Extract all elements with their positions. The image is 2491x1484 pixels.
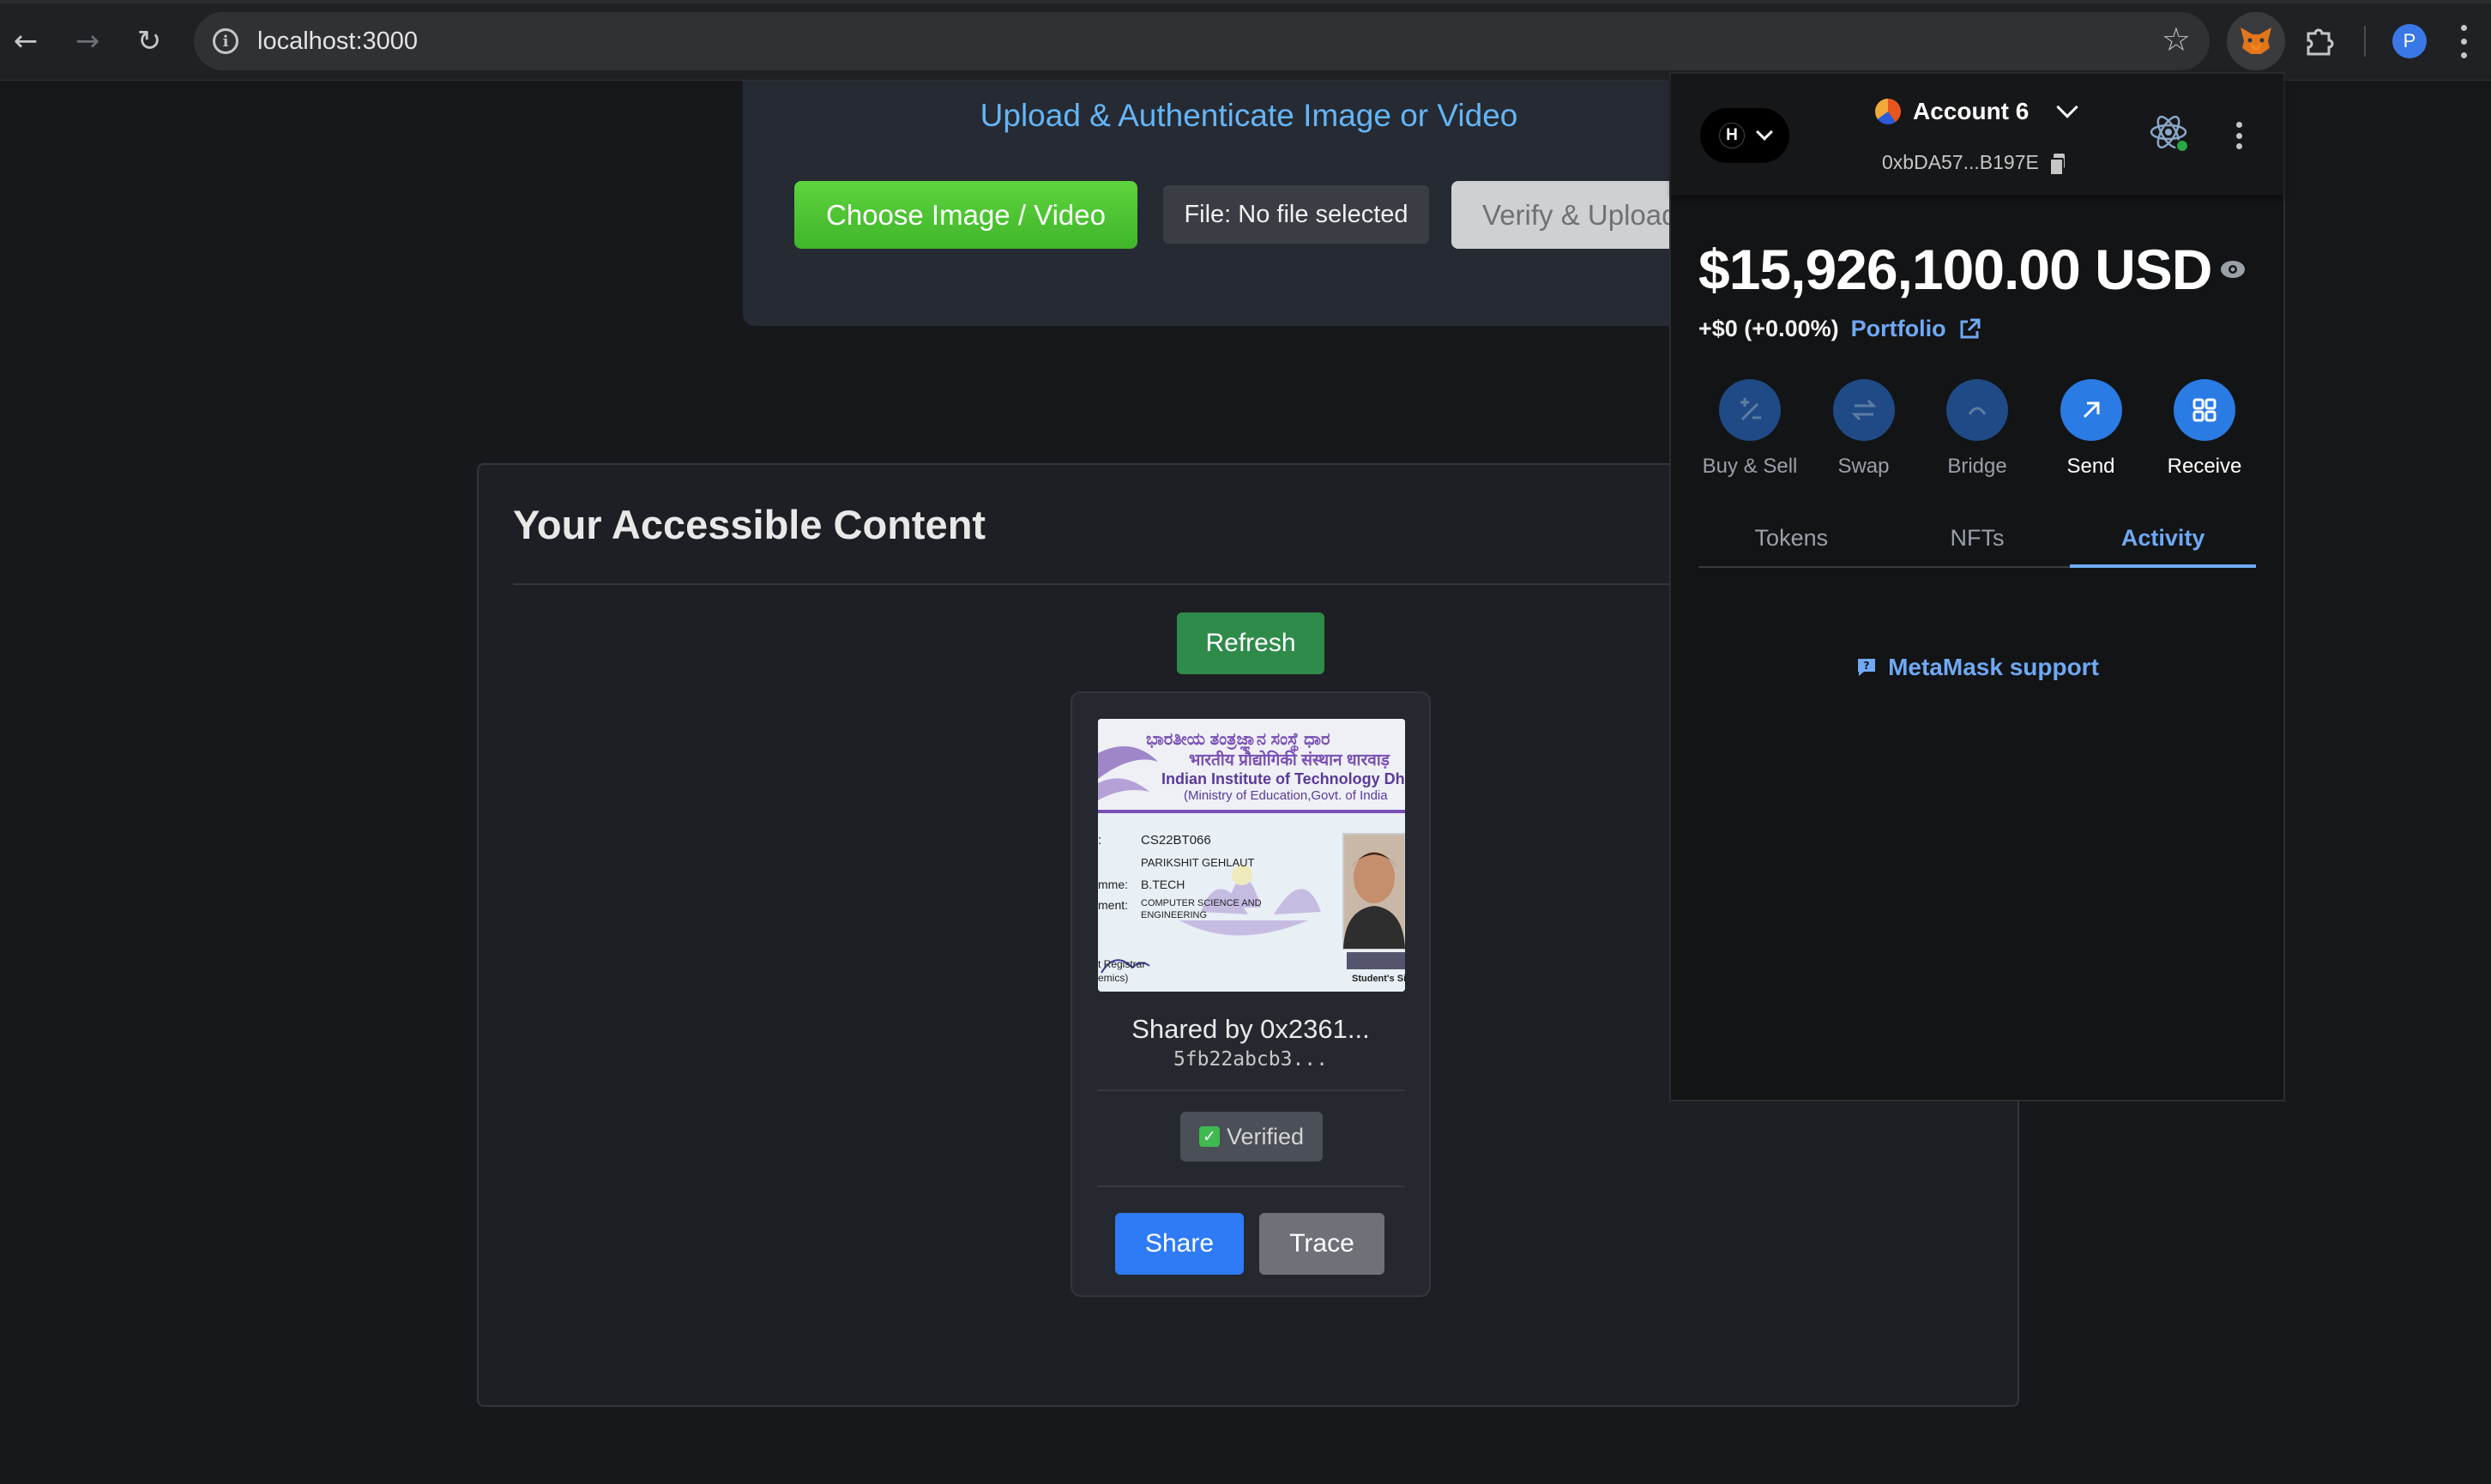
thumb-name: PARIKSHIT GEHLAUT [1141,856,1254,869]
toolbar-separator [2364,26,2366,57]
thumb-student-sign: Student's Sig [1352,974,1405,984]
metamask-popup: H Account 6 0xbDA57...B197E $15,926,100.… [1669,72,2285,1101]
divider [1098,1089,1405,1091]
action-label: Buy & Sell [1702,455,1798,478]
thumb-roll: CS22BT066 [1141,833,1211,848]
section-title: Your Accessible Content [513,502,986,547]
buy-sell-button[interactable]: Buy & Sell [1698,379,1801,479]
trace-button[interactable]: Trace [1259,1213,1384,1275]
content-hash: 5fb22abcb3... [1173,1048,1328,1071]
support-label: MetaMask support [1888,654,2099,680]
account-avatar [1875,99,1901,124]
external-link-icon[interactable] [1958,318,1981,341]
extensions-puzzle-icon[interactable] [2297,19,2342,63]
verify-upload-button[interactable]: Verify & Upload [1451,181,1686,249]
tab-nfts[interactable]: NFTs [1885,513,2071,566]
network-picker[interactable]: H [1700,108,1789,163]
choose-file-button[interactable]: Choose Image / Video [794,181,1137,249]
balance-change-row: +$0 (+0.00%) Portfolio [1698,316,1981,342]
bridge-icon [1946,379,2008,441]
upload-card: Upload & Authenticate Image or Video Cho… [743,81,1686,326]
swap-icon [1832,379,1895,441]
metamask-support-link[interactable]: ? MetaMask support [1671,654,2283,681]
profile-avatar[interactable]: P [2392,24,2427,58]
svg-text::: : [1098,833,1101,848]
address-bar[interactable]: i localhost:3000 ☆ [194,12,2210,70]
address-copy[interactable]: 0xbDA57...B197E [1882,151,2065,176]
network-icon: H [1719,123,1745,148]
thumb-header-hi: भारतीय प्रौद्योगिकी संस्थान धारवाड़ [1189,750,1390,769]
send-button[interactable]: Send [2040,379,2143,479]
bridge-button[interactable]: Bridge [1926,379,2029,479]
share-button[interactable]: Share [1115,1213,1244,1275]
total-balance: $15,926,100.00 USD [1698,238,2212,301]
refresh-button[interactable]: Refresh [1177,612,1324,674]
chevron-down-icon [1756,124,1773,141]
tab-activity[interactable]: Activity [2070,513,2257,568]
thumb-dept-line1: COMPUTER SCIENCE AND [1141,898,1262,908]
upload-title: Upload & Authenticate Image or Video [980,98,1518,133]
account-address: 0xbDA57...B197E [1882,151,2039,173]
eye-icon[interactable] [2220,259,2246,280]
chat-bubble-icon: ? [1858,659,1876,676]
account-picker[interactable]: Account 6 [1875,96,2079,125]
status-text: Verified [1226,1123,1305,1149]
thumb-dept-label: ment: [1098,898,1128,912]
tab-strip [0,0,2491,3]
divider [513,583,1748,585]
receive-qr-icon [2174,379,2235,441]
account-name: Account 6 [1913,98,2030,124]
content-card: ಭಾರತೀಯ ತಂತ್ರಜ್ಞಾನ ಸಂಸ್ಥೆ ಧಾರ भारतीय प्रौ… [1071,691,1431,1297]
url-text[interactable]: localhost:3000 [257,27,418,56]
receive-button[interactable]: Receive [2153,379,2256,479]
buy-sell-icon [1719,379,1781,441]
action-label: Send [2066,455,2115,478]
site-info-icon[interactable]: i [213,28,238,54]
id-card-thumbnail[interactable]: ಭಾರತೀಯ ತಂತ್ರಜ್ಞಾನ ಸಂಸ್ಥೆ ಧಾರ भारतीय प्रौ… [1098,719,1405,992]
account-options-icon[interactable] [2234,122,2244,149]
portfolio-link[interactable]: Portfolio [1851,316,1946,342]
thumb-registrar: t Registrar [1098,958,1145,970]
thumb-subheader: (Ministry of Education,Govt. of India [1184,788,1388,803]
asset-tabs: Tokens NFTs Activity [1698,513,2257,568]
status-badge: ✓ Verified [1180,1112,1323,1161]
send-arrow-icon [2060,379,2122,441]
metamask-header: H Account 6 0xbDA57...B197E [1671,74,2283,196]
balance-change: +$0 (+0.00%) [1698,316,1839,341]
selected-file-label: File: No file selected [1163,185,1429,244]
swap-button[interactable]: Swap [1812,379,1915,479]
action-label: Bridge [1947,455,2007,478]
reload-icon[interactable]: ↻ [127,19,172,63]
divider [1098,1185,1405,1187]
shared-by-text: Shared by 0x2361... [1131,1014,1370,1044]
check-icon: ✓ [1198,1126,1220,1147]
chrome-menu-icon[interactable] [2455,21,2472,62]
metamask-fox-icon[interactable] [2227,12,2285,70]
back-arrow-icon[interactable]: ← [3,19,48,63]
forward-arrow-icon[interactable]: → [65,19,110,63]
thumb-programme-label: mme: [1098,878,1128,891]
action-row: Buy & Sell Swap Bridge Send Receive [1698,379,2256,479]
browser-toolbar: ← → ↻ i localhost:3000 ☆ P [0,0,2491,81]
action-label: Swap [1837,455,1890,478]
thumb-header-en: Indian Institute of Technology Dhar [1161,770,1405,787]
thumb-dept-line2: ENGINEERING [1141,910,1207,920]
thumb-programme: B.TECH [1141,878,1185,891]
bookmark-star-icon[interactable]: ☆ [2162,21,2191,58]
connected-site-icon[interactable] [2148,112,2192,156]
copy-icon[interactable] [2048,153,2065,176]
chevron-down-icon [2056,96,2079,118]
svg-text:?: ? [1864,660,1870,672]
tab-tokens[interactable]: Tokens [1698,513,1885,566]
thumb-registrar2: emics) [1098,972,1128,984]
action-label: Receive [2167,455,2242,478]
